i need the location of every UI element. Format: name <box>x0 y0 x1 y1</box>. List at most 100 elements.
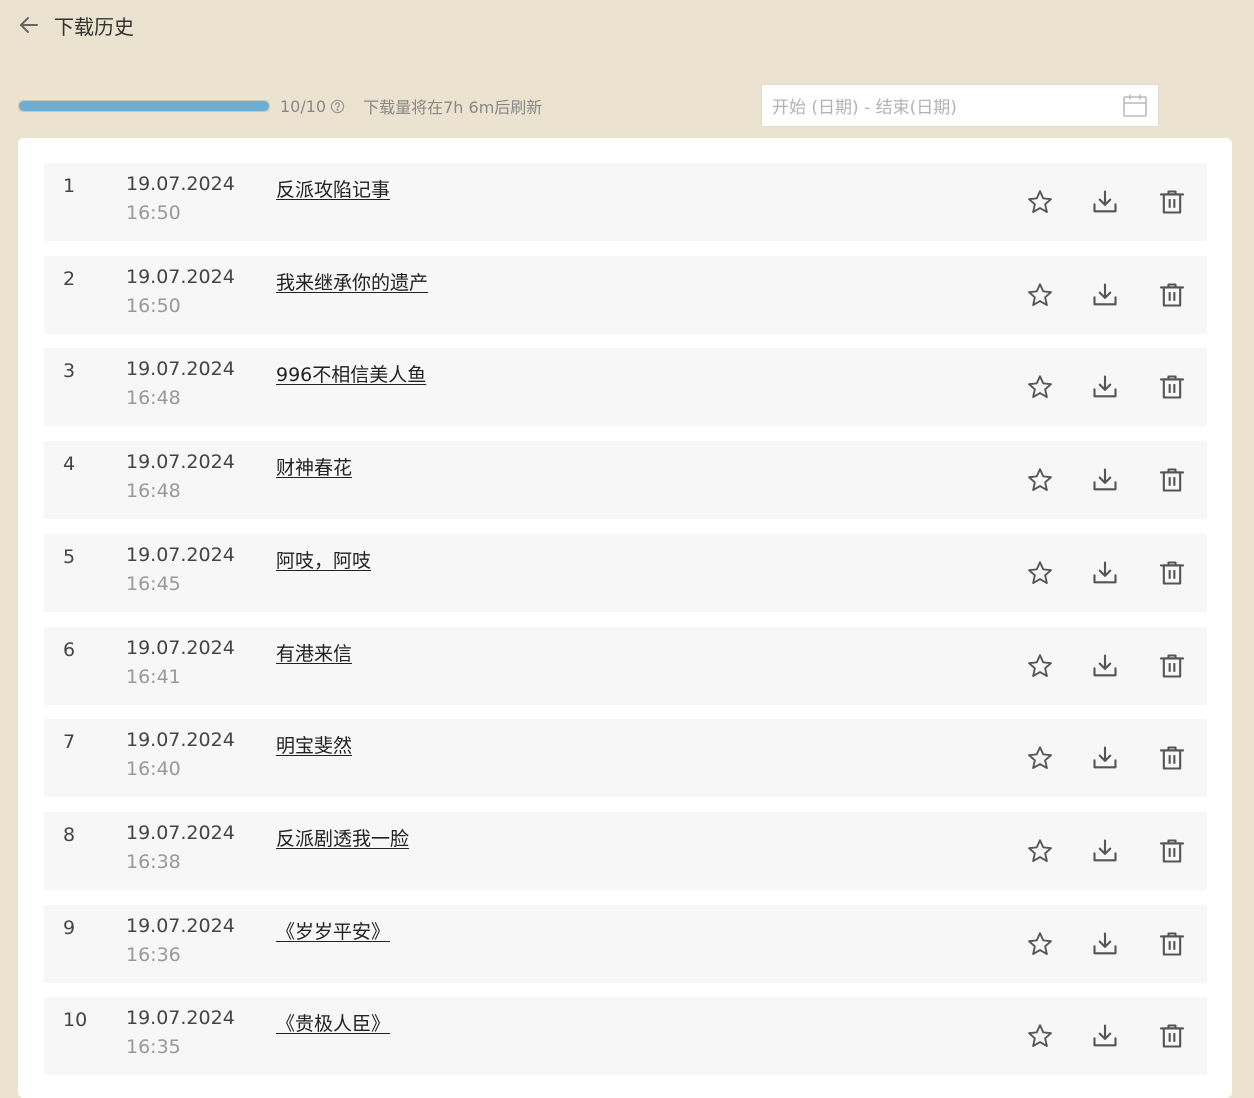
row-time: 16:38 <box>126 850 181 873</box>
date-range-input[interactable]: 开始 (日期) - 结束(日期) <box>761 84 1159 127</box>
row-number: 2 <box>63 267 76 290</box>
book-title-link[interactable]: 反派攻陷记事 <box>276 175 390 202</box>
history-row: 9 19.07.2024 16:36 《岁岁平安》 <box>44 904 1207 983</box>
row-time: 16:45 <box>126 572 181 595</box>
download-icon <box>1093 932 1117 954</box>
row-time: 16:36 <box>126 943 181 966</box>
download-icon <box>1093 746 1117 769</box>
download-button[interactable] <box>1089 186 1121 218</box>
row-number: 7 <box>63 731 76 754</box>
star-icon <box>1028 283 1052 306</box>
help-icon[interactable] <box>330 99 345 114</box>
favorite-button[interactable] <box>1024 650 1056 682</box>
history-row: 5 19.07.2024 16:45 阿吱，阿吱 <box>44 533 1207 612</box>
favorite-button[interactable] <box>1024 928 1056 960</box>
download-icon <box>1093 375 1117 398</box>
favorite-button[interactable] <box>1024 742 1056 774</box>
history-row: 4 19.07.2024 16:48 财神春花 <box>44 441 1207 520</box>
book-title-link[interactable]: 阿吱，阿吱 <box>276 546 371 573</box>
delete-button[interactable] <box>1156 371 1188 403</box>
download-icon <box>1093 190 1117 213</box>
trash-icon <box>1159 561 1185 585</box>
row-date: 19.07.2024 <box>126 821 235 844</box>
download-button[interactable] <box>1089 928 1121 960</box>
row-number: 6 <box>63 638 76 661</box>
row-time: 16:41 <box>126 665 181 688</box>
row-number: 4 <box>63 453 76 476</box>
download-icon <box>1093 653 1117 676</box>
favorite-button[interactable] <box>1024 464 1056 496</box>
delete-button[interactable] <box>1156 835 1188 867</box>
download-quota-progress-fill <box>19 101 269 111</box>
delete-button[interactable] <box>1156 1020 1188 1052</box>
download-button[interactable] <box>1089 464 1121 496</box>
book-title-link[interactable]: 《岁岁平安》 <box>276 917 390 944</box>
row-date: 19.07.2024 <box>126 173 235 195</box>
row-date: 19.07.2024 <box>126 729 235 752</box>
back-button[interactable] <box>16 12 42 38</box>
delete-button[interactable] <box>1156 186 1188 218</box>
trash-icon <box>1159 375 1185 399</box>
trash-icon <box>1159 283 1185 307</box>
history-row: 6 19.07.2024 16:41 有港来信 <box>44 626 1207 705</box>
row-time: 16:50 <box>126 202 181 224</box>
star-icon <box>1028 561 1052 584</box>
row-date: 19.07.2024 <box>126 265 235 288</box>
refresh-countdown: 下载量将在7h 6m后刷新 <box>363 98 543 117</box>
book-title-link[interactable]: 《贵极人臣》 <box>276 1009 390 1036</box>
download-button[interactable] <box>1089 279 1121 311</box>
trash-icon <box>1159 839 1185 863</box>
download-button[interactable] <box>1089 371 1121 403</box>
favorite-button[interactable] <box>1024 186 1056 218</box>
history-row: 3 19.07.2024 16:48 996不相信美人鱼 <box>44 348 1207 427</box>
arrow-left-icon <box>20 17 38 33</box>
favorite-button[interactable] <box>1024 279 1056 311</box>
star-icon <box>1028 839 1052 862</box>
delete-button[interactable] <box>1156 464 1188 496</box>
row-number: 3 <box>63 360 76 383</box>
favorite-button[interactable] <box>1024 1020 1056 1052</box>
download-icon <box>1093 283 1117 306</box>
download-icon <box>1093 1024 1117 1047</box>
trash-icon <box>1159 468 1185 492</box>
download-button[interactable] <box>1089 557 1121 589</box>
star-icon <box>1028 190 1052 213</box>
history-row: 8 19.07.2024 16:38 反派剧透我一脸 <box>44 811 1207 890</box>
row-date: 19.07.2024 <box>126 914 235 937</box>
top-bar: 下载历史 <box>16 10 134 40</box>
delete-button[interactable] <box>1156 650 1188 682</box>
delete-button[interactable] <box>1156 557 1188 589</box>
book-title-link[interactable]: 我来继承你的遗产 <box>276 268 428 295</box>
favorite-button[interactable] <box>1024 557 1056 589</box>
download-button[interactable] <box>1089 1020 1121 1052</box>
row-date: 19.07.2024 <box>126 451 235 474</box>
book-title-link[interactable]: 反派剧透我一脸 <box>276 824 409 851</box>
book-title-link[interactable]: 996不相信美人鱼 <box>276 360 426 387</box>
delete-button[interactable] <box>1156 279 1188 311</box>
download-icon <box>1093 468 1117 491</box>
book-title-link[interactable]: 明宝斐然 <box>276 731 352 758</box>
trash-icon <box>1159 190 1185 214</box>
download-icon <box>1093 561 1117 584</box>
favorite-button[interactable] <box>1024 371 1056 403</box>
book-title-link[interactable]: 有港来信 <box>276 639 352 666</box>
trash-icon <box>1159 746 1185 770</box>
delete-button[interactable] <box>1156 928 1188 960</box>
trash-icon <box>1159 932 1185 956</box>
download-button[interactable] <box>1089 742 1121 774</box>
row-date: 19.07.2024 <box>126 543 235 566</box>
row-number: 5 <box>63 545 76 568</box>
download-button[interactable] <box>1089 650 1121 682</box>
star-icon <box>1028 1024 1052 1048</box>
quota-count: 10/10 <box>280 96 327 116</box>
row-time: 16:50 <box>126 294 181 317</box>
download-button[interactable] <box>1089 835 1121 867</box>
trash-icon <box>1159 653 1185 678</box>
history-row: 10 19.07.2024 16:35 《贵极人臣》 <box>44 997 1207 1076</box>
calendar-icon[interactable] <box>1122 93 1148 119</box>
book-title-link[interactable]: 财神春花 <box>276 453 352 480</box>
row-time: 16:35 <box>126 1036 181 1059</box>
row-time: 16:48 <box>126 480 181 503</box>
favorite-button[interactable] <box>1024 835 1056 867</box>
delete-button[interactable] <box>1156 742 1188 774</box>
